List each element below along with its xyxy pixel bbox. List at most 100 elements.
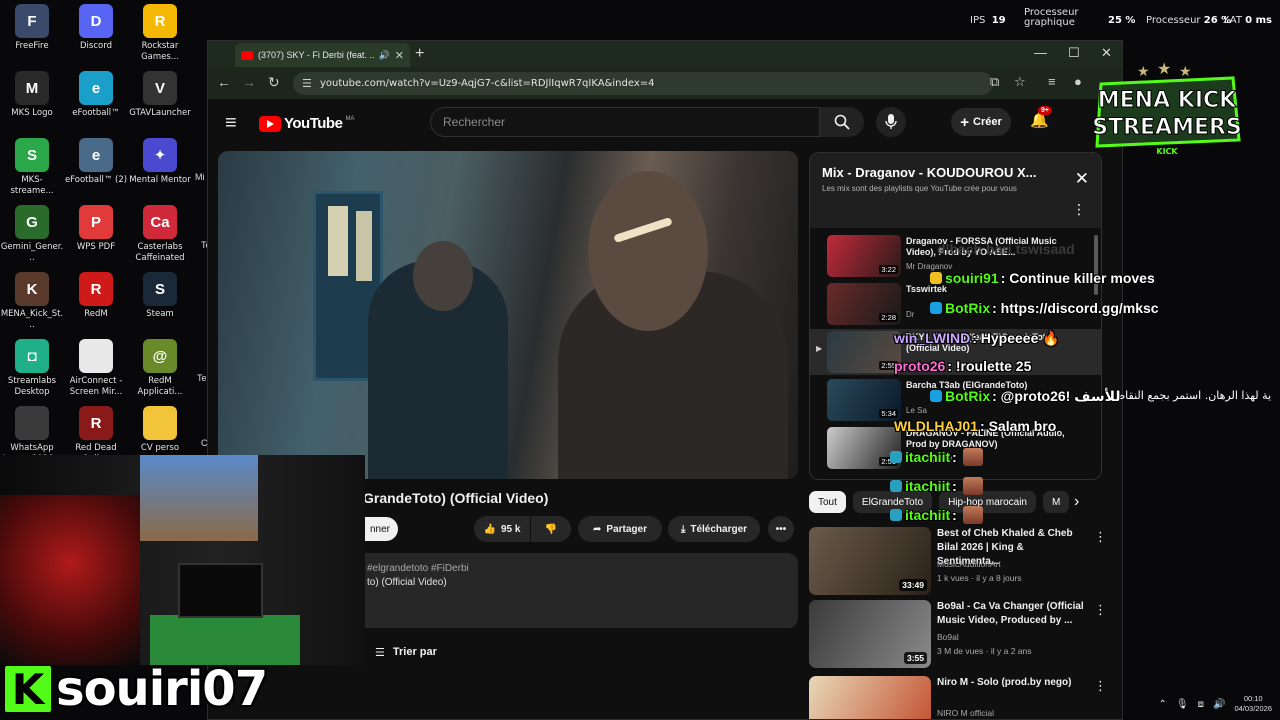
video-title: GrandeToto) (Official Video) — [363, 490, 549, 506]
duration-badge: 2:56 — [879, 457, 898, 466]
forward-button[interactable]: → — [242, 74, 256, 90]
desktop-icon-label: RedM Applicati... — [137, 376, 183, 397]
search-button[interactable] — [820, 107, 864, 137]
close-playlist-icon[interactable]: ✕ — [1075, 169, 1089, 189]
image-icon — [15, 406, 49, 440]
new-tab-button[interactable]: + — [415, 45, 424, 63]
network-icon[interactable]: ⧈ — [1198, 699, 1204, 710]
dislike-button[interactable]: 👎 — [531, 516, 571, 542]
desktop-icon[interactable]: G Gemini_Gener... — [0, 205, 64, 264]
bookmark-star-icon[interactable]: ☆ — [1014, 74, 1026, 90]
filter-chips: Tout ElGrandeToto Hip-hop marocain M — [809, 491, 1099, 515]
desktop-icon[interactable]: e eFootball™ — [64, 71, 128, 119]
create-button[interactable]: + Créer — [951, 108, 1011, 136]
desktop-icon-label: MKS Logo — [11, 108, 53, 118]
more-vertical-icon[interactable]: ⋮ — [1094, 678, 1107, 694]
playlist-item[interactable]: 2:28 Tsswirtek Dr — [810, 281, 1101, 327]
country-code: MA — [345, 115, 355, 122]
chevron-right-icon[interactable]: › — [1074, 493, 1079, 511]
svg-text:STREAMERS: STREAMERS — [1092, 115, 1242, 140]
speaker-icon[interactable]: 🔊 — [379, 50, 390, 61]
recommended-video[interactable]: 33:49 Best of Cheb Khaled & Cheb Bilal 20… — [809, 527, 1109, 597]
maximize-button[interactable]: ☐ — [1068, 45, 1080, 61]
channel-name[interactable]: MusicAuditionArt — [937, 559, 1001, 569]
youtube-logo[interactable]: YouTube MA — [259, 115, 354, 132]
profile-avatar[interactable]: ● — [1074, 74, 1082, 89]
recommended-video-title[interactable]: Niro M - Solo (prod.by nego) — [937, 676, 1087, 690]
video-thumbnail[interactable] — [809, 676, 931, 719]
chip-hip-hop-marocain[interactable]: Hip-hop marocain — [939, 491, 1036, 513]
share-button[interactable]: ➦ Partager — [578, 516, 662, 542]
search-input[interactable]: Rechercher — [430, 107, 820, 137]
more-actions-button[interactable]: ••• — [768, 516, 794, 542]
browser-tab[interactable]: (3707) SKY - Fi Derbi (feat. ... 🔊 ✕ — [235, 43, 410, 67]
extensions-icon[interactable]: ≡ — [1048, 74, 1056, 89]
desktop-icon[interactable]: D Discord — [64, 4, 128, 52]
chip-all[interactable]: Tout — [809, 491, 846, 513]
install-app-icon[interactable]: ⧉ — [990, 74, 999, 90]
video-thumbnail[interactable]: 3:55 — [809, 600, 931, 668]
desktop-icon[interactable]: F FreeFire — [0, 4, 64, 52]
channel-name[interactable]: NIRO M official — [937, 708, 994, 718]
hamburger-menu-icon[interactable]: ≡ — [225, 112, 237, 135]
url-field[interactable]: ☰ youtube.com/watch?v=Uz9-AqjG7-c&list=R… — [293, 72, 993, 95]
desktop-icon-label: MKS-streame... — [10, 175, 54, 196]
clock[interactable]: 00:10 04/03/2026 — [1234, 694, 1272, 714]
video-thumbnail[interactable]: 33:49 — [809, 527, 931, 595]
close-window-button[interactable]: ✕ — [1101, 45, 1112, 61]
kick-logo-star-icon: ★ — [1137, 63, 1150, 79]
desktop-icon[interactable]: ◘ Streamlabs Desktop — [0, 339, 64, 398]
desktop-icon[interactable]: M MKS Logo — [0, 71, 64, 119]
playlist-item[interactable]: 5:34 Barcha T3ab (ElGrandeToto) Le Sa — [810, 377, 1101, 423]
desktop-icon[interactable]: R Rockstar Games... — [128, 4, 192, 63]
playlist-menu-icon[interactable]: ⋮ — [1072, 201, 1086, 218]
playlist-title[interactable]: Mix - Draganov - KOUDOUROU X... — [822, 165, 1062, 180]
recommended-video-title[interactable]: Bo9al - Ca Va Changer (Official Music Vi… — [937, 600, 1087, 628]
desktop-icon[interactable]: CV perso — [128, 406, 192, 454]
desktop-icon[interactable]: AirConnect - Screen Mir... — [64, 339, 128, 398]
more-vertical-icon[interactable]: ⋮ — [1094, 602, 1107, 618]
video-description[interactable]: #elgrandetoto #FiDerbi to) (Official Vid… — [353, 553, 798, 628]
search-icon — [834, 114, 850, 130]
playlist-item[interactable]: 2:56 DRAGANOV - FALINE (Official Audio, P… — [810, 425, 1101, 471]
close-tab-icon[interactable]: ✕ — [395, 49, 404, 62]
desktop-icon[interactable]: V GTAVLauncher — [128, 71, 192, 119]
volume-icon[interactable]: 🔊 — [1213, 699, 1225, 710]
desktop-icon-label: Rockstar Games... — [141, 41, 179, 62]
desktop-icon[interactable]: S MKS-streame... — [0, 138, 64, 197]
back-button[interactable]: ← — [217, 74, 231, 90]
duration-badge: 2:28 — [879, 313, 898, 322]
playlist-thumbnail: 2:28 — [827, 283, 901, 325]
channel-name[interactable]: Bo9al — [937, 632, 959, 642]
desktop-icon[interactable]: P WPS PDF — [64, 205, 128, 253]
download-button[interactable]: ⤓ Télécharger — [668, 516, 760, 542]
video-player[interactable] — [218, 151, 798, 479]
chip-elgrandetoto[interactable]: ElGrandeToto — [852, 491, 933, 513]
desktop-icon[interactable]: @ RedM Applicati... — [128, 339, 192, 398]
desktop-icon[interactable]: R RedM — [64, 272, 128, 320]
microphone-tray-icon[interactable]: 🎙 — [1176, 699, 1189, 710]
hidden-icons-icon[interactable]: ⌃ — [1159, 699, 1167, 710]
recommended-video[interactable]: Niro M - Solo (prod.by nego) NIRO M offic… — [809, 676, 1109, 719]
like-button[interactable]: 👍 95 k — [474, 516, 530, 542]
playlist-scrollbar[interactable] — [1094, 235, 1098, 295]
recommended-video[interactable]: 3:55 Bo9al - Ca Va Changer (Official Musi… — [809, 600, 1109, 670]
video-meta: 1 k vues · il y a 8 jours — [937, 573, 1022, 583]
desktop-icon[interactable]: S Steam — [128, 272, 192, 320]
voice-search-button[interactable] — [876, 107, 906, 137]
minimize-button[interactable]: — — [1034, 45, 1047, 60]
desktop-icon[interactable]: ✦ Mental Mentor — [128, 138, 192, 186]
reload-button[interactable]: ↻ — [268, 74, 280, 91]
site-settings-icon[interactable]: ☰ — [302, 77, 312, 90]
desktop-icon-label: Streamlabs Desktop — [7, 376, 57, 397]
thumbs-down-icon: 👎 — [544, 523, 558, 535]
desktop-icon[interactable]: K MENA_Kick_St... — [0, 272, 64, 331]
desktop-icon[interactable]: Ca Casterlabs Caffeinated — [128, 205, 192, 264]
sort-comments-button[interactable]: ☰ Trier par — [375, 646, 437, 659]
description-tags[interactable]: #elgrandetoto #FiDerbi — [367, 563, 784, 574]
playlist-item[interactable]: 2:55 SKY - Fi Derbi (feat. ElGrandeToto) … — [810, 329, 1101, 375]
desktop-icon[interactable]: e eFootball™ (2) — [64, 138, 128, 186]
chip-more[interactable]: M — [1043, 491, 1070, 513]
more-vertical-icon[interactable]: ⋮ — [1094, 529, 1107, 545]
notifications-button[interactable]: 🔔 9+ — [1030, 106, 1052, 129]
